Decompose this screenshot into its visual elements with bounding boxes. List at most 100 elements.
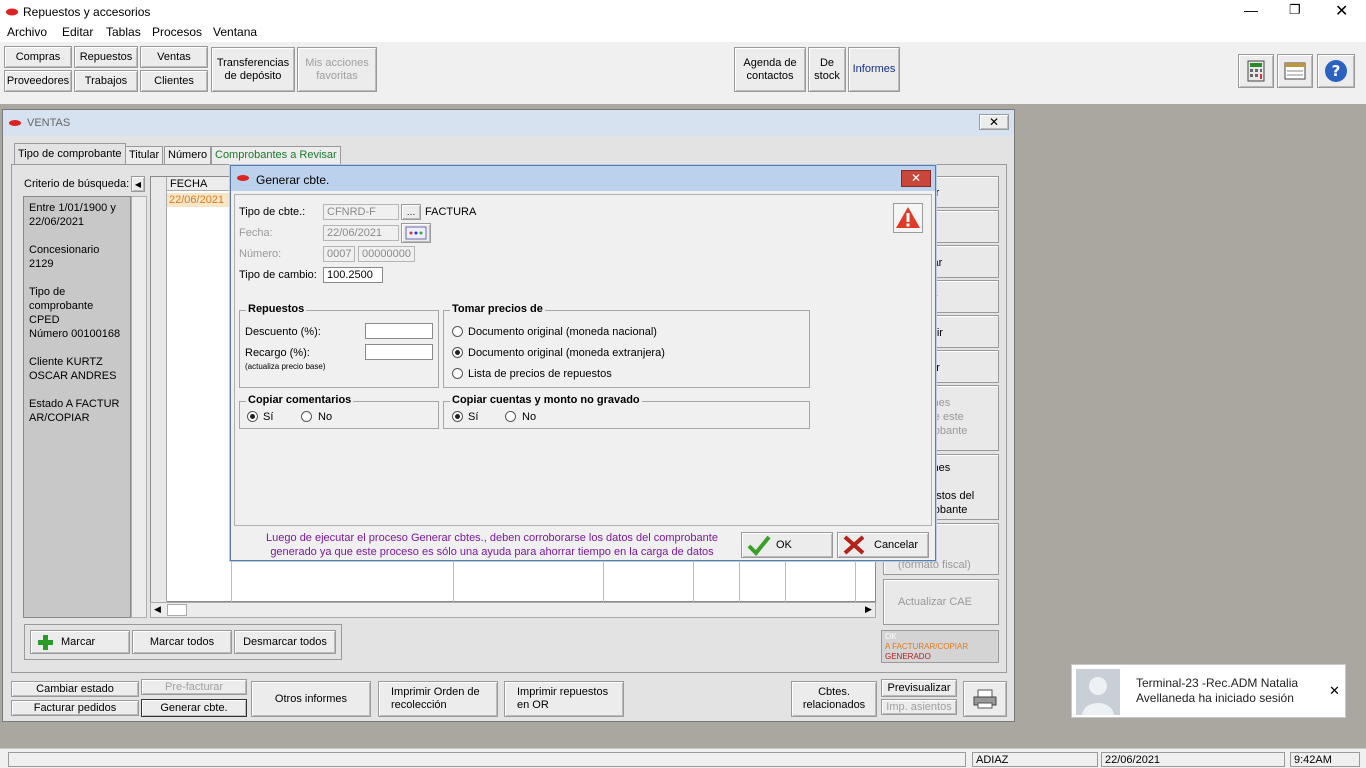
close-icon[interactable]: ✕: [1335, 1, 1348, 21]
de-stock-button[interactable]: De stock: [808, 47, 846, 92]
calculator-button[interactable]: [1238, 54, 1274, 88]
menu-bar: Archivo Editar Tablas Procesos Ventana: [0, 24, 1366, 42]
cuentas-no-label[interactable]: No: [522, 411, 536, 423]
grid-hscrollbar[interactable]: ◀ ▶: [150, 602, 876, 618]
comentarios-si-label[interactable]: Sí: [263, 411, 273, 423]
fecha-label: Fecha:: [239, 227, 273, 239]
printer-icon: [973, 689, 997, 709]
menu-archivo[interactable]: Archivo: [7, 25, 47, 39]
grid-header-fecha[interactable]: FECHA: [167, 177, 231, 191]
comentarios-si-radio[interactable]: [247, 411, 258, 422]
tipo-cambio-field[interactable]: 100.2500: [323, 267, 383, 283]
descuento-label: Descuento (%):: [245, 326, 321, 338]
minimize-icon[interactable]: —: [1244, 2, 1258, 18]
tab-comprobantes-revisar[interactable]: Comprobantes a Revisar: [211, 146, 341, 164]
tipo-cambio-label: Tipo de cambio:: [239, 269, 317, 281]
precio-lista-label[interactable]: Lista de precios de repuestos: [468, 368, 612, 380]
criteria-label: Criterio de búsqueda:: [24, 178, 130, 190]
help-button[interactable]: ?: [1317, 54, 1355, 88]
criteria-item: Número 00100168: [29, 328, 121, 340]
actualizar-cae-button[interactable]: Actualizar CAE: [883, 579, 999, 625]
warning-icon: [896, 207, 920, 228]
informes-button[interactable]: Informes: [848, 47, 900, 92]
app-title: Repuestos y accesorios: [23, 5, 151, 19]
generar-cbte-dialog: Generar cbte. ✕ Tipo de cbte.: CFNRD-F ……: [230, 165, 936, 561]
cuentas-si-label[interactable]: Sí: [468, 411, 478, 423]
proveedores-button[interactable]: Proveedores: [4, 70, 72, 92]
warning-button[interactable]: [893, 203, 923, 233]
dialog-titlebar: Generar cbte. ✕: [231, 166, 935, 191]
agenda-contactos-button[interactable]: Agenda de contactos: [734, 47, 806, 92]
restore-icon[interactable]: ❐: [1289, 2, 1301, 18]
app-titlebar: Repuestos y accesorios — ❐ ✕: [0, 0, 1366, 24]
comentarios-no-label[interactable]: No: [318, 411, 332, 423]
cuentas-si-radio[interactable]: [452, 411, 463, 422]
svg-text:?: ?: [1332, 62, 1341, 80]
criteria-item: Entre 1/01/1900 y 22/06/2021: [29, 202, 116, 228]
toast-text: Terminal-23 -Rec.ADM Natalia Avellaneda …: [1136, 676, 1299, 705]
precio-lista-radio[interactable]: [452, 368, 463, 379]
mis-acciones-button[interactable]: Mis acciones favoritas: [297, 47, 377, 92]
numero-prefix-field[interactable]: 0007: [323, 246, 355, 262]
imp-asientos-button[interactable]: Imp. asientos: [881, 699, 957, 715]
fecha-field[interactable]: 22/06/2021: [323, 225, 399, 241]
menu-procesos[interactable]: Procesos: [152, 25, 202, 39]
imprimir-repuestos-button[interactable]: Imprimir repuestos en OR: [504, 681, 624, 717]
tab-titular[interactable]: Titular: [125, 146, 164, 164]
cuentas-no-radio[interactable]: [505, 411, 516, 422]
menu-ventana[interactable]: Ventana: [213, 25, 257, 39]
marcar-todos-button[interactable]: Marcar todos: [132, 630, 232, 654]
criteria-item: Tipo de comprobante CPED: [29, 286, 94, 326]
close-icon[interactable]: ✕: [1329, 683, 1340, 699]
calendar-icon: [1284, 62, 1306, 80]
previsualizar-button[interactable]: Previsualizar: [881, 679, 957, 697]
recargo-field[interactable]: [365, 344, 433, 360]
ok-button[interactable]: OK: [741, 532, 833, 558]
otros-informes-button[interactable]: Otros informes: [251, 681, 371, 717]
status-date: 22/06/2021: [1101, 752, 1285, 767]
ventas-close-button[interactable]: ✕: [979, 114, 1009, 130]
facturar-pedidos-button[interactable]: Facturar pedidos: [11, 700, 139, 716]
fecha-calendar-button[interactable]: [401, 223, 431, 243]
marcar-button[interactable]: Marcar: [30, 630, 130, 654]
precio-extranjera-radio[interactable]: [452, 347, 463, 358]
calendar-button[interactable]: [1277, 54, 1313, 88]
criteria-item: Cliente KURTZ OSCAR ANDRES: [29, 356, 117, 382]
tipo-cbte-label: Tipo de cbte.:: [239, 206, 306, 218]
pre-facturar-button[interactable]: Pre-facturar: [141, 679, 247, 695]
repuestos-button[interactable]: Repuestos: [74, 46, 138, 68]
trabajos-button[interactable]: Trabajos: [74, 70, 138, 92]
copiar-cuentas-title: Copiar cuentas y monto no gravado: [450, 394, 642, 406]
cancel-button[interactable]: Cancelar: [837, 532, 929, 558]
precio-nacional-label[interactable]: Documento original (moneda nacional): [468, 326, 657, 338]
dialog-title: Generar cbte.: [256, 173, 330, 187]
precio-nacional-radio[interactable]: [452, 326, 463, 337]
tipo-cbte-lookup-button[interactable]: …: [401, 204, 421, 220]
ventas-title: VENTAS: [27, 117, 71, 129]
imprimir-orden-button[interactable]: Imprimir Orden de recolección: [378, 681, 498, 717]
menu-editar[interactable]: Editar: [62, 25, 93, 39]
tab-numero[interactable]: Número: [164, 146, 212, 164]
ventas-button[interactable]: Ventas: [140, 46, 208, 68]
table-row[interactable]: 22/06/2021: [167, 193, 231, 207]
generar-cbte-button[interactable]: Generar cbte.: [141, 699, 247, 717]
comentarios-no-radio[interactable]: [301, 411, 312, 422]
status-time: 9:42AM: [1290, 752, 1360, 767]
tab-tipo-comprobante[interactable]: Tipo de comprobante: [14, 143, 126, 165]
criteria-scroll-left[interactable]: ◀: [131, 176, 145, 192]
clientes-button[interactable]: Clientes: [140, 70, 208, 92]
menu-tablas[interactable]: Tablas: [106, 25, 141, 39]
compras-button[interactable]: Compras: [4, 46, 72, 68]
transferencias-button[interactable]: Transferencias de depósito: [211, 47, 295, 92]
cambiar-estado-button[interactable]: Cambiar estado: [11, 681, 139, 697]
print-button[interactable]: [963, 681, 1007, 717]
check-icon: [747, 535, 771, 556]
desmarcar-todos-button[interactable]: Desmarcar todos: [234, 630, 336, 654]
dialog-close-button[interactable]: ✕: [901, 170, 931, 187]
precio-extranjera-label[interactable]: Documento original (moneda extranjera): [468, 347, 665, 359]
tipo-cbte-field[interactable]: CFNRD-F: [323, 204, 399, 220]
descuento-field[interactable]: [365, 323, 433, 339]
cbtes-relacionados-button[interactable]: Cbtes. relacionados: [791, 681, 877, 717]
numero-field[interactable]: 00000000: [358, 246, 415, 262]
criteria-scrollbar[interactable]: [131, 196, 147, 618]
